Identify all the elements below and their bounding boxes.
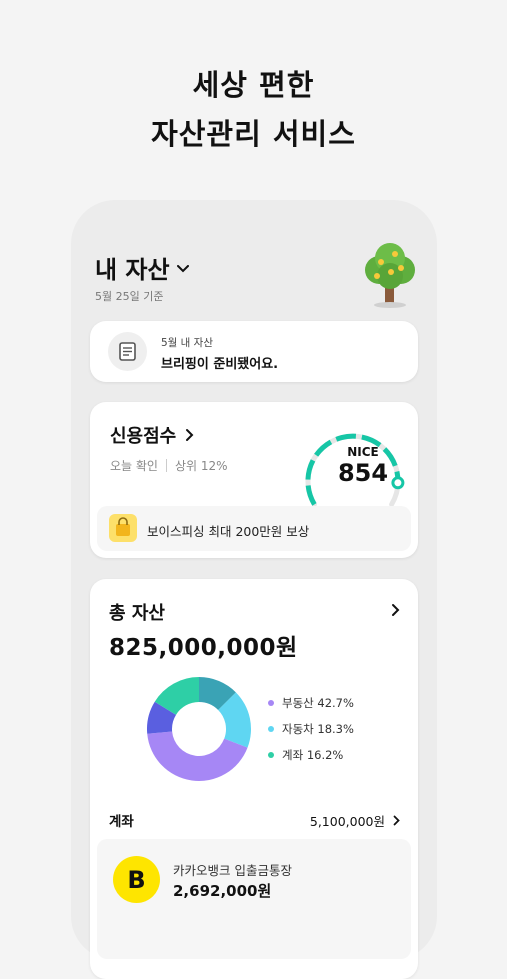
tree-icon [365,243,415,308]
legend-label: 계좌 16.2% [282,748,344,762]
briefing-card[interactable]: 5월 내 자산 브리핑이 준비됐어요. [90,321,418,382]
shopping-bag-icon [109,514,137,542]
legend-dot [268,726,274,732]
asset-title-dropdown[interactable]: 내 자산 [95,250,189,285]
account-total: 5,100,000원 [309,814,385,829]
page-title: 내 자산 [95,256,170,284]
rank-label: 상위 12% [174,459,228,473]
account-label: 계좌 [109,814,134,830]
bank-account-name: 카카오뱅크 입출금통장 [173,863,292,878]
chevron-right-icon [186,429,194,441]
legend-label: 부동산 42.7% [282,696,354,710]
voice-phishing-banner[interactable]: 보이스피싱 최대 200만원 보상 [97,506,411,551]
legend-item: 부동산 42.7% [268,695,354,711]
briefing-message: 브리핑이 준비됐어요. [161,357,279,372]
asset-donut-chart [147,677,251,781]
divider [165,459,167,472]
total-assets-title: 총 자산 [109,603,165,624]
reference-date: 5월 25일 기준 [95,290,164,303]
chevron-down-icon [176,264,189,272]
legend-dot [268,700,274,706]
headline-line2: 자산관리 서비스 [151,117,356,151]
check-label: 오늘 확인 [110,459,158,473]
total-assets-amount: 825,000,000원 [109,635,298,661]
credit-score-title: 신용점수 [110,426,177,447]
credit-score-link[interactable]: 신용점수 [110,422,194,448]
bank-account-balance: 2,692,000원 [173,882,272,900]
legend-item: 계좌 16.2% [268,747,343,763]
bank-account-item[interactable]: B 카카오뱅크 입출금통장 2,692,000원 [97,839,411,959]
kakaobank-logo-icon: B [113,856,160,903]
phone-screen: 내 자산 5월 25일 기준 5월 내 자산 브리핑이 준비됐어요. 신용점수 … [71,200,437,979]
credit-score-card[interactable]: 신용점수 오늘 확인 상위 12% NICE 854 보이스피싱 최대 200만… [90,402,418,558]
legend-dot [268,752,274,758]
credit-agency: NICE [347,445,379,459]
headline-line1: 세상 편한 [192,68,315,102]
voice-phishing-text: 보이스피싱 최대 200만원 보상 [147,524,310,539]
total-assets-card[interactable]: 총 자산 825,000,000원 부동산 42.7% 자동차 18.3% 계좌… [90,579,418,979]
legend-item: 자동차 18.3% [268,721,354,737]
briefing-subtitle: 5월 내 자산 [161,337,213,349]
legend-label: 자동차 18.3% [282,722,354,736]
credit-score-value: 854 [337,459,389,487]
chevron-right-icon [393,815,400,826]
document-icon [108,332,147,371]
credit-score-meta: 오늘 확인 상위 12% [110,457,228,474]
chevron-right-icon[interactable] [391,603,400,617]
account-total-link[interactable]: 5,100,000원 [310,811,400,830]
